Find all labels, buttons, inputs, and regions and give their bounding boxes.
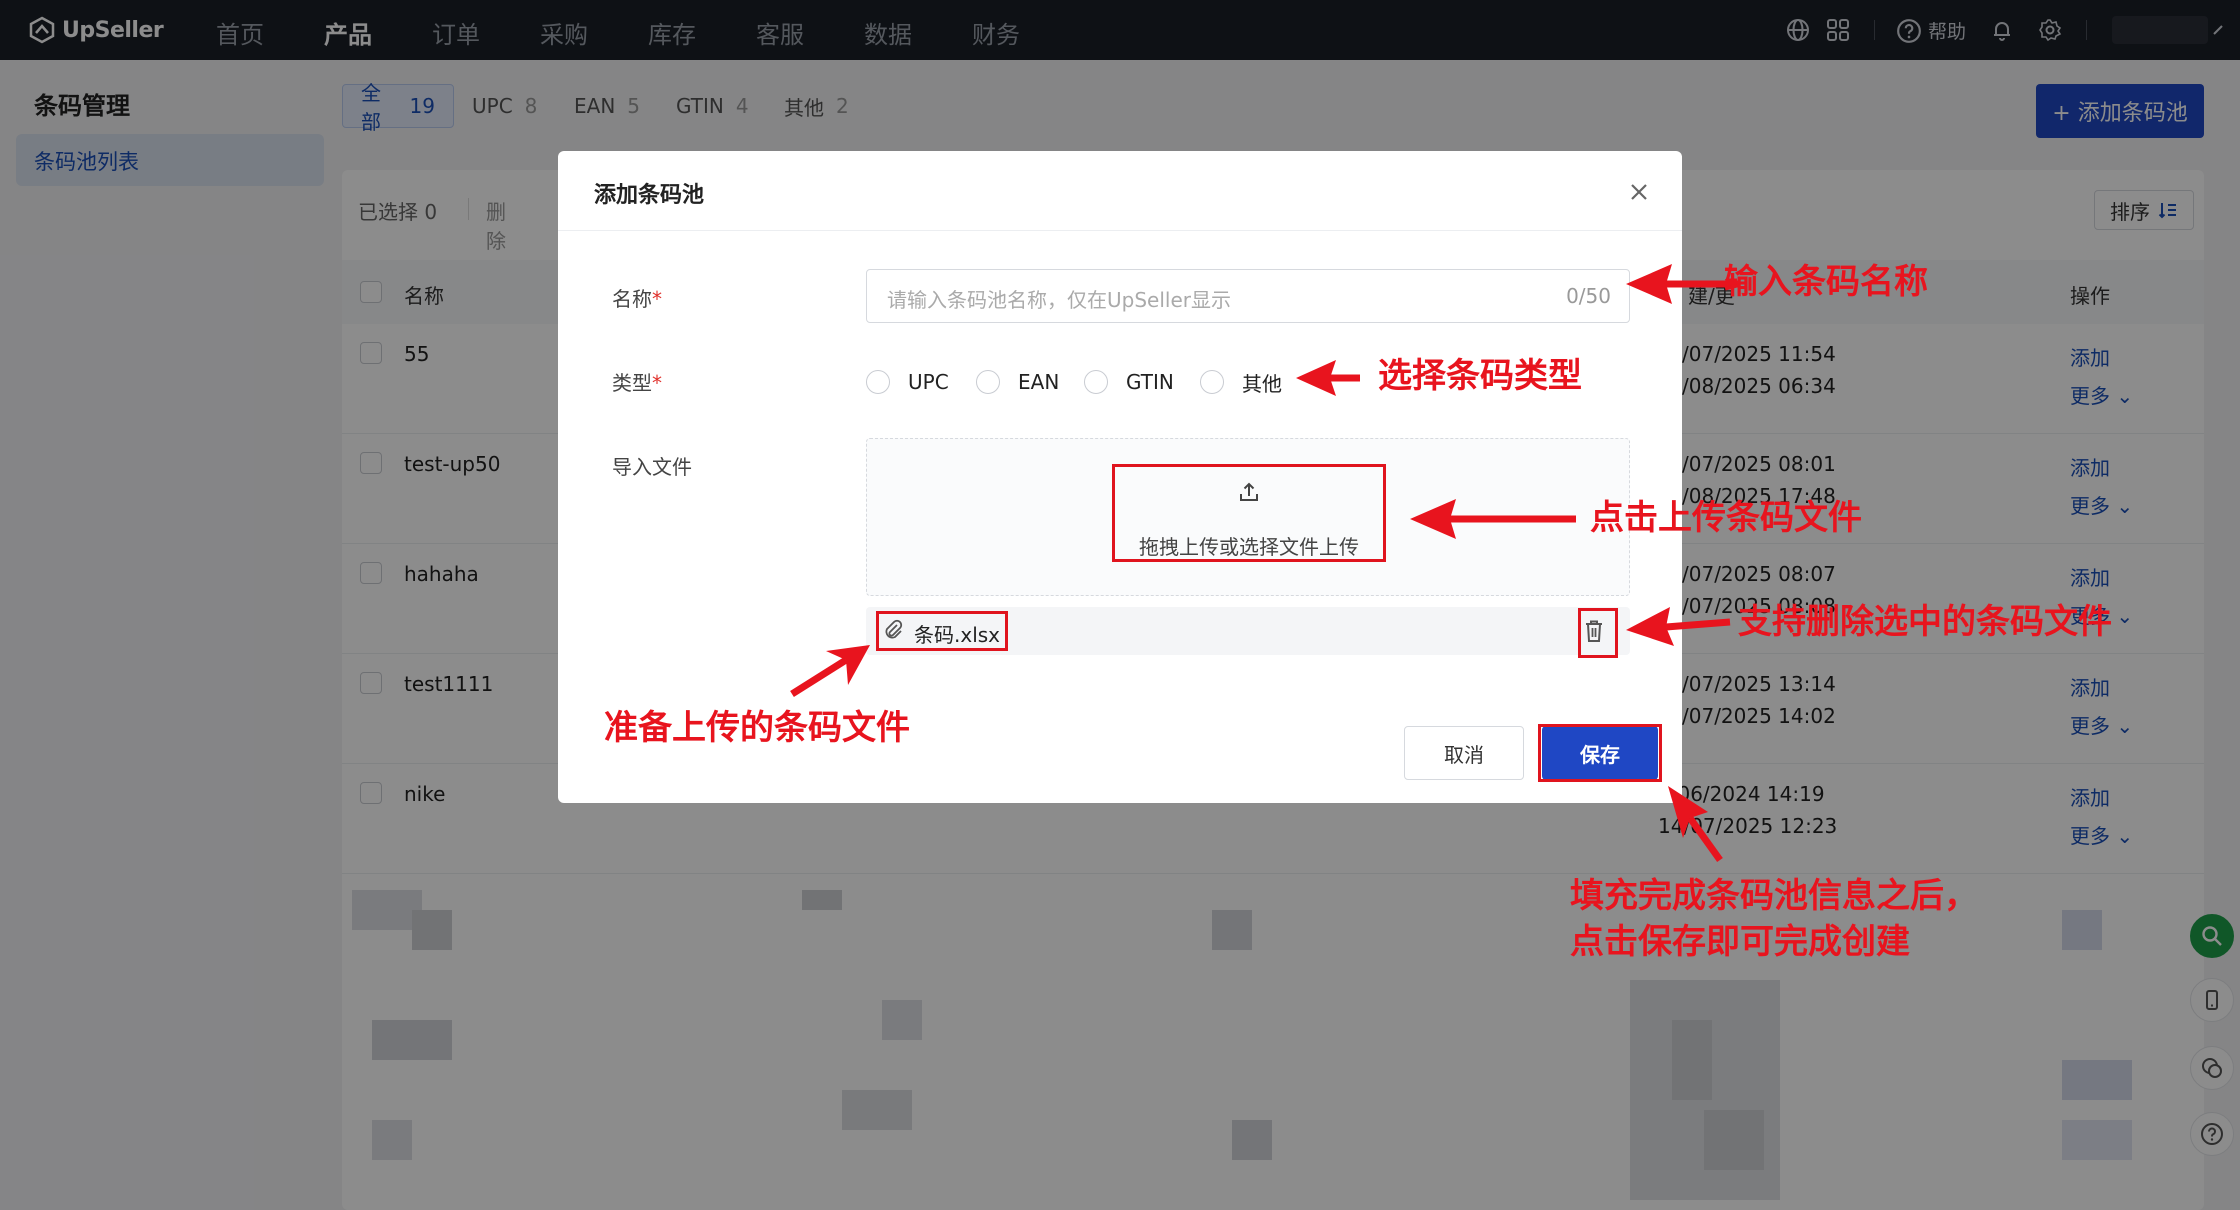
annotation-file-ready: 准备上传的条码文件 xyxy=(604,708,910,748)
annotation-upload-file: 点击上传条码文件 xyxy=(1590,498,1862,538)
annotation-enter-name: 输入条码名称 xyxy=(1724,262,1928,302)
arrow-to-name-input xyxy=(1626,264,1740,304)
annotation-select-type: 选择条码类型 xyxy=(1378,356,1582,396)
arrow-to-delete xyxy=(1626,607,1731,646)
arrow-to-upload xyxy=(1410,499,1576,539)
annotation-save-line1: 填充完成条码池信息之后， xyxy=(1570,876,1978,916)
annotation-delete-file: 支持删除选中的条码文件 xyxy=(1738,602,2112,642)
arrow-to-file xyxy=(790,645,870,697)
annotation-save-line2: 点击保存即可完成创建 xyxy=(1570,922,1910,962)
arrow-to-save xyxy=(1668,786,1723,863)
arrow-to-type-radios xyxy=(1296,360,1360,396)
